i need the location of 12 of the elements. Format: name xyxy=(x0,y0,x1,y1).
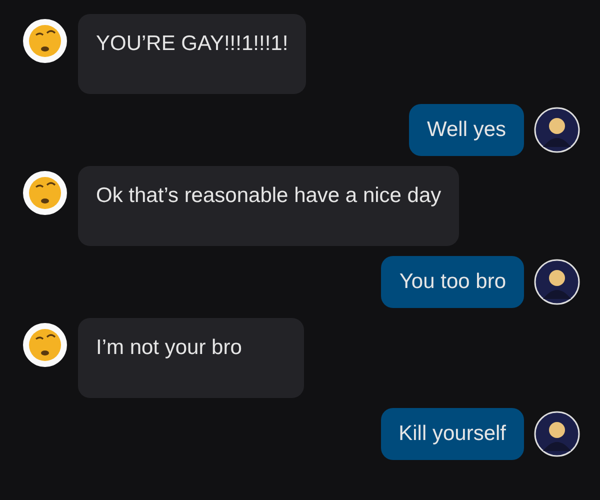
message-bubble: Kill yourself xyxy=(380,408,524,460)
avatar-icon xyxy=(534,411,580,457)
message-bubble: I’m not your bro xyxy=(78,318,304,398)
message-bubble: Ok that’s reasonable have a nice day xyxy=(78,166,460,246)
avatar-icon xyxy=(534,107,580,153)
emoji-icon xyxy=(22,170,68,216)
message-bubble: YOU’RE GAY!!!1!!!1! xyxy=(78,14,306,94)
message-bubble: Well yes xyxy=(409,104,524,156)
emoji-icon xyxy=(22,18,68,64)
avatar-icon xyxy=(534,259,580,305)
message-bubble: You too bro xyxy=(381,256,524,308)
emoji-icon xyxy=(22,322,68,368)
